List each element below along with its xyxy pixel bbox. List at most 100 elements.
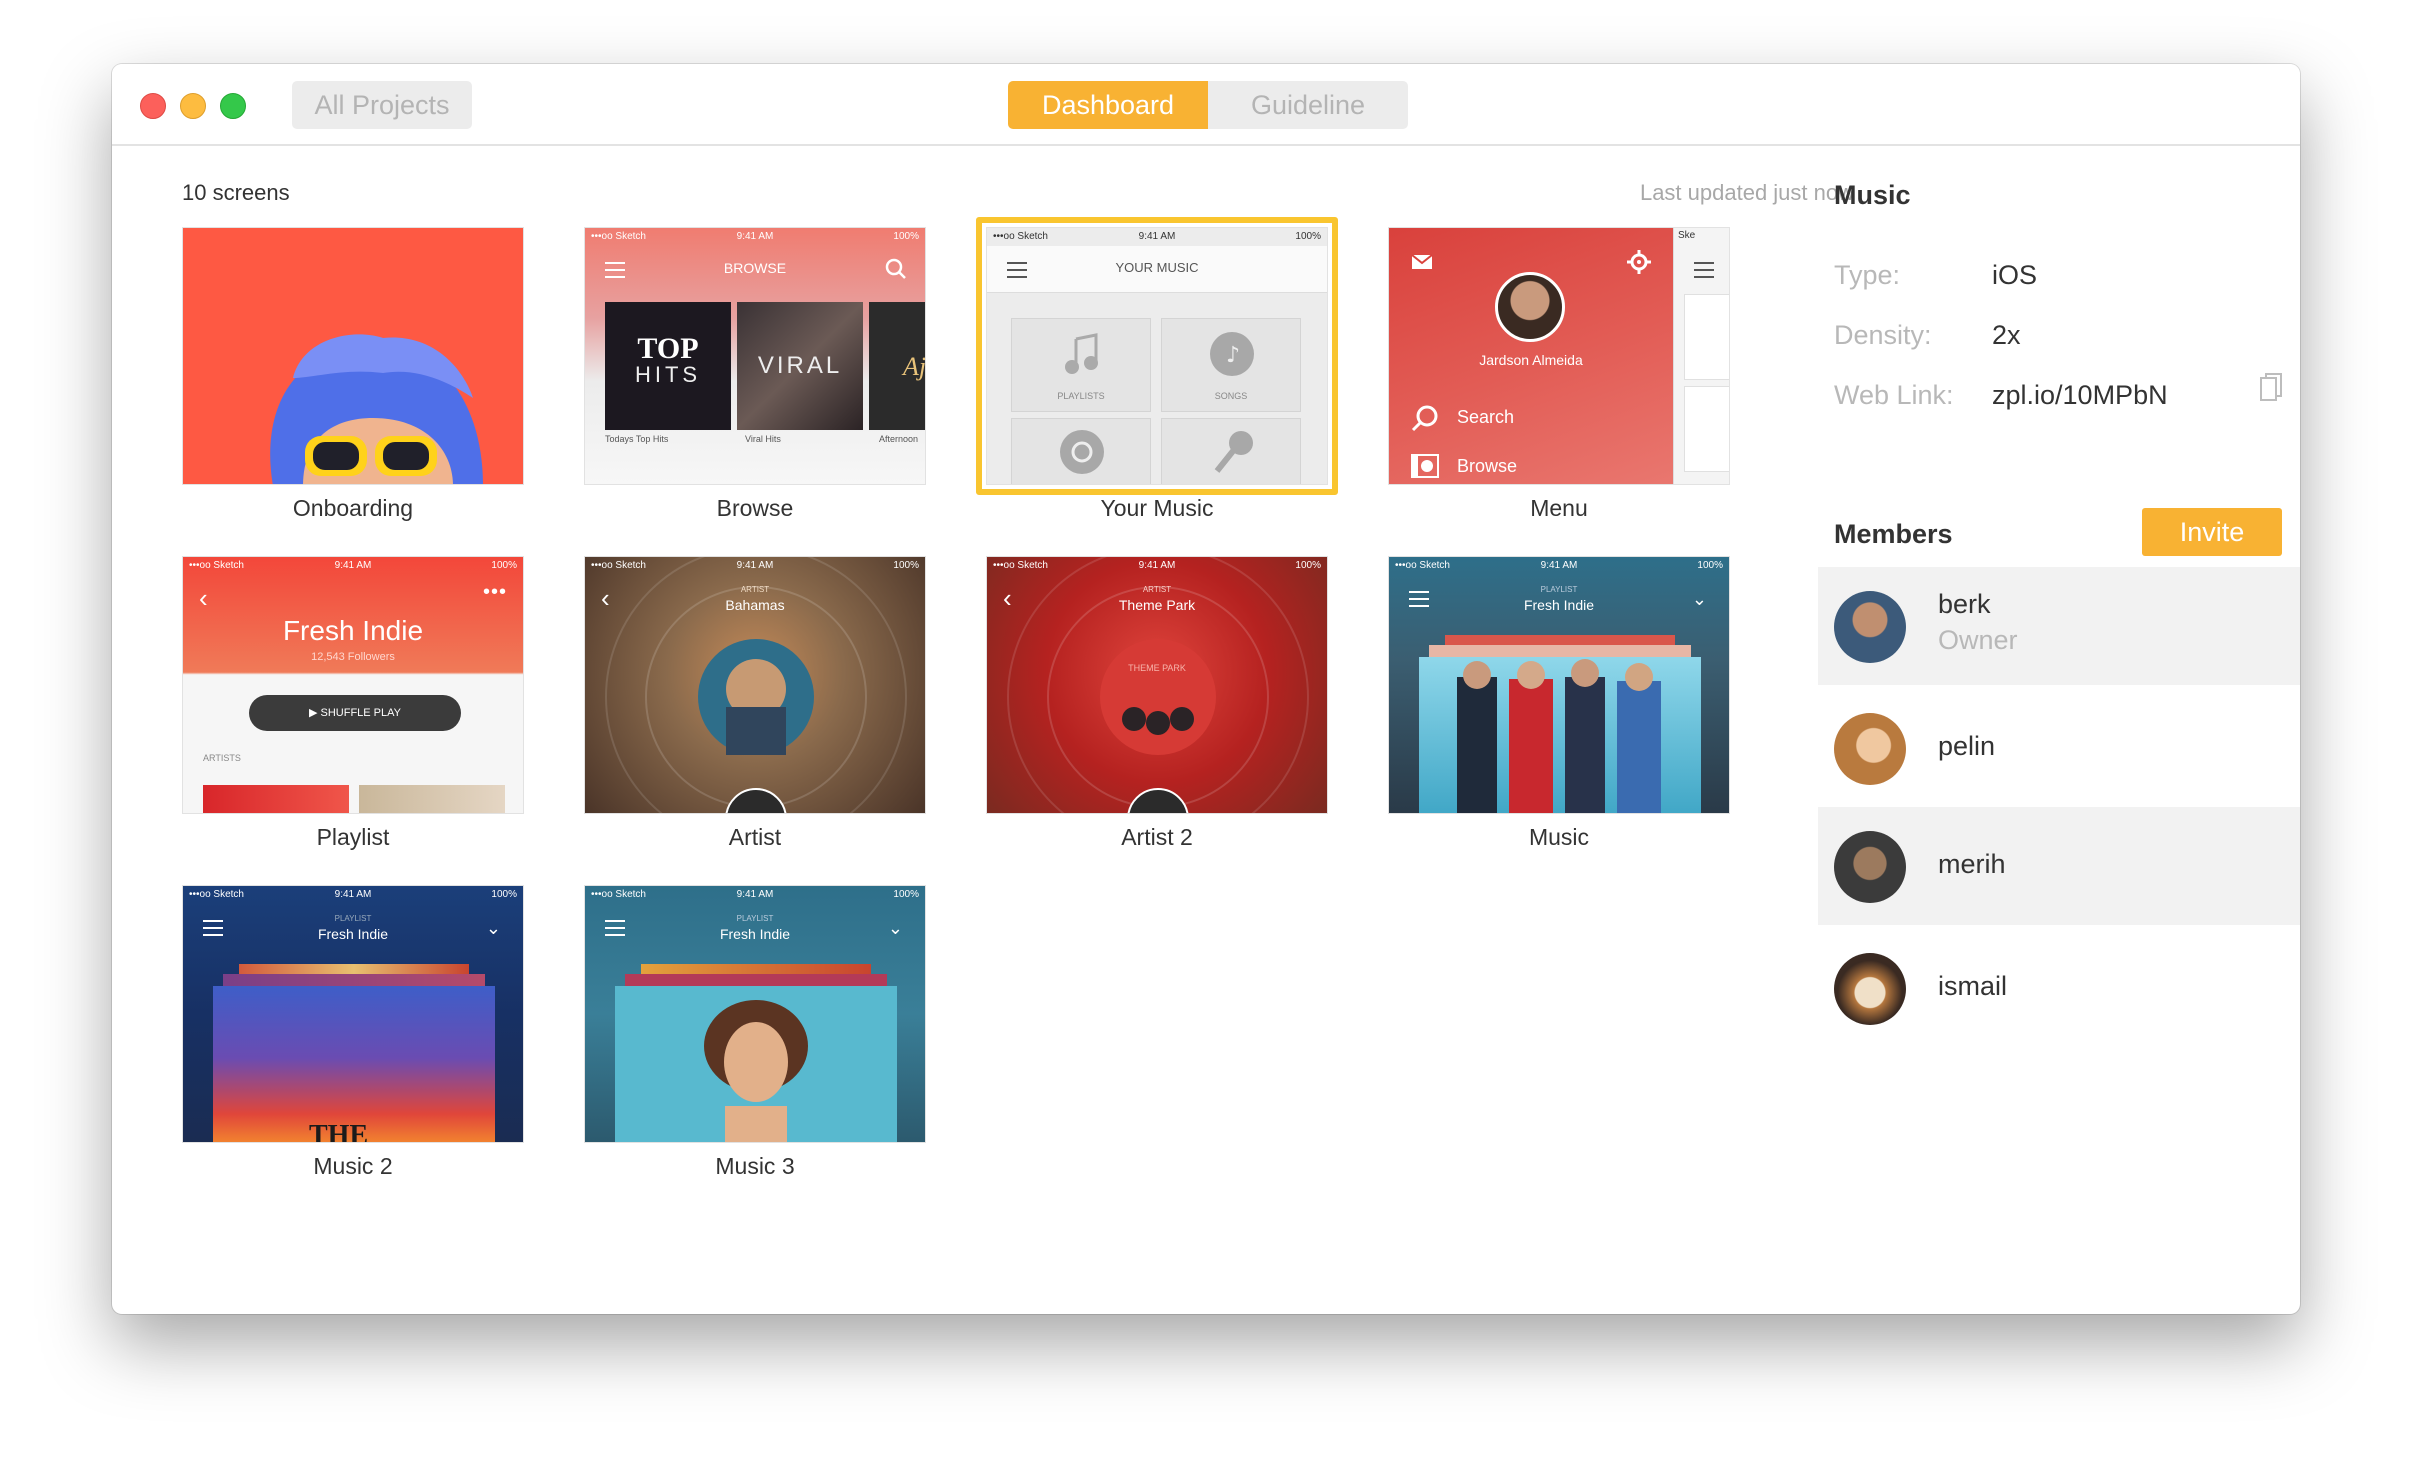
svg-text:♪: ♪ [1226,343,1240,368]
screen-name: Music 2 [313,1153,393,1179]
web-link-label: Web Link: [1834,380,1954,410]
search-icon [885,258,906,279]
hamburger-icon [1694,262,1714,278]
density-value: 2x [1992,320,2021,350]
menu-user-name: Jardson Almeida [1479,352,1583,368]
album-cover[interactable] [1419,657,1701,813]
afternoon-tile[interactable]: Aj [869,302,925,430]
songs-tile[interactable]: ♪ SONGS [1161,318,1301,412]
content-peek: Ske [1673,228,1729,484]
albums-tile[interactable] [1011,418,1151,484]
copy-icon[interactable] [2260,372,2282,402]
screen-thumbnail[interactable]: •••oo Sketch 9:41 AM 100% PLAYLIST Fresh I… [182,885,524,1143]
browse-icon [1411,454,1439,478]
member-name: berk [1938,589,1991,619]
member-row-merih[interactable]: merih [1818,807,2300,925]
last-updated: Last updated just now [1639,180,1854,205]
close-window-button[interactable] [140,93,166,119]
screen-name: Music 3 [715,1153,795,1179]
screen-thumbnail[interactable]: Ske Jardson Almeida Search Browse [1388,227,1730,485]
band-photo [1457,659,1661,813]
chevron-down-icon: ⌄ [485,918,501,938]
member-row-ismail[interactable]: ismail [1818,929,2300,1047]
playlists-tile[interactable]: PLAYLISTS [1011,318,1151,412]
screen-name: Your Music [1100,495,1214,521]
view-switcher: Dashboard Guideline [1008,81,1408,129]
gear-icon [1627,250,1651,274]
screen-name: Artist 2 [1121,824,1193,850]
microphone-icon [1214,431,1253,473]
status-bar: •••oo Sketch 9:41 AM 100% [189,889,517,900]
avatar [1834,591,1906,663]
avatar [1495,272,1565,342]
artist-disc-artwork [1007,557,1309,813]
music-note-icon [1065,333,1098,374]
screens-count: 10 screens [182,180,290,205]
menu-item-search[interactable]: Search [1457,407,1514,428]
playlist-title: Fresh Indie [719,926,791,942]
screen-thumbnail[interactable]: •••oo Sketch 9:41 AM 100% ‹ ARTIST Theme P… [986,556,1328,814]
playlist-title: Fresh Indie [282,615,424,646]
status-bar: •••oo Sketch 9:41 AM 100% [993,231,1321,242]
top-hits-tile[interactable]: TOP HITS [605,302,731,430]
shuffle-play-button[interactable]: ▶ SHUFFLE PLAY [249,695,461,731]
status-bar: •••oo Sketch 9:41 AM 100% [591,889,919,900]
tab-guideline[interactable]: Guideline [1208,81,1408,129]
mail-icon [1411,254,1433,269]
project-title: Music [1834,180,1911,210]
artist-disc-artwork [605,557,907,813]
members-title: Members [1834,519,1953,549]
back-chevron-icon: ‹ [199,583,208,613]
avatar [1834,713,1906,785]
screen-thumbnail[interactable] [182,227,524,485]
minimize-window-button[interactable] [180,93,206,119]
screen-name: Menu [1530,495,1588,521]
play-icon: ▶ [308,707,321,719]
type-value: iOS [1992,260,2038,290]
web-link-value[interactable]: zpl.io/10MPbN [1992,380,2168,411]
screen-name: Onboarding [292,495,414,521]
member-role: Owner [1938,625,2018,655]
app-window: All Projects Dashboard Guideline 10 scre… [112,64,2300,1314]
screen-thumbnail[interactable]: •••oo Sketch 9:41 AM 100% PLAYLIST Fresh I… [584,885,926,1143]
density-label: Density: [1834,320,1932,350]
browse-header: BROWSE [723,260,787,276]
member-row-pelin[interactable]: pelin [1818,689,2300,807]
album-cover[interactable] [615,986,897,1142]
onboarding-artwork [270,334,483,484]
invite-button[interactable]: Invite [2142,508,2282,556]
album-icon [1060,430,1104,474]
playlist-title: Fresh Indie [317,926,389,942]
type-label: Type: [1834,260,1901,290]
avatar [1834,953,1906,1025]
status-bar: •••oo Sketch 9:41 AM 100% [591,231,919,242]
viral-tile[interactable]: VIRAL [737,302,863,430]
chevron-down-icon: ⌄ [887,918,903,938]
screen-thumbnail[interactable]: •••oo Sketch 9:41 AM 100% PLAYLIST Fresh I… [1388,556,1730,814]
menu-item-browse[interactable]: Browse [1457,456,1517,477]
search-icon [1411,405,1438,432]
screen-thumbnail[interactable]: •••oo Sketch 9:41 AM 100% YOUR MUSIC PLAYL… [986,227,1328,485]
member-name: ismail [1938,971,2008,1001]
screen-thumbnail[interactable]: •••oo Sketch 9:41 AM 100% ‹ ••• Fresh Indi… [182,556,524,814]
member-name: merih [1938,849,2006,879]
playlist-title: Fresh Indie [1523,597,1595,613]
screen-thumbnail[interactable]: •••oo Sketch 9:41 AM 100% BROWSE TOP HITS … [584,227,926,485]
your-music-header: YOUR MUSIC [1115,260,1199,275]
screen-thumbnail[interactable]: •••oo Sketch 9:41 AM 100% ‹ ARTIST Bahamas [584,556,926,814]
member-row-berk[interactable]: berk Owner [1818,567,2300,685]
disc-icon: ♪ [1210,332,1254,376]
tab-dashboard[interactable]: Dashboard [1008,81,1208,129]
album-cover[interactable]: THE [213,986,495,1142]
status-bar: •••oo Sketch 9:41 AM 100% [1395,560,1723,571]
zoom-window-button[interactable] [220,93,246,119]
avatar [1834,831,1906,903]
member-name: pelin [1938,731,1996,761]
chevron-down-icon: ⌄ [1691,589,1707,609]
portrait-photo [704,1000,808,1142]
screen-name: Artist [728,824,782,850]
screen-name: Playlist [316,824,390,850]
more-icon: ••• [482,581,507,603]
artists-tile[interactable] [1161,418,1301,484]
all-projects-button[interactable]: All Projects [292,81,472,129]
